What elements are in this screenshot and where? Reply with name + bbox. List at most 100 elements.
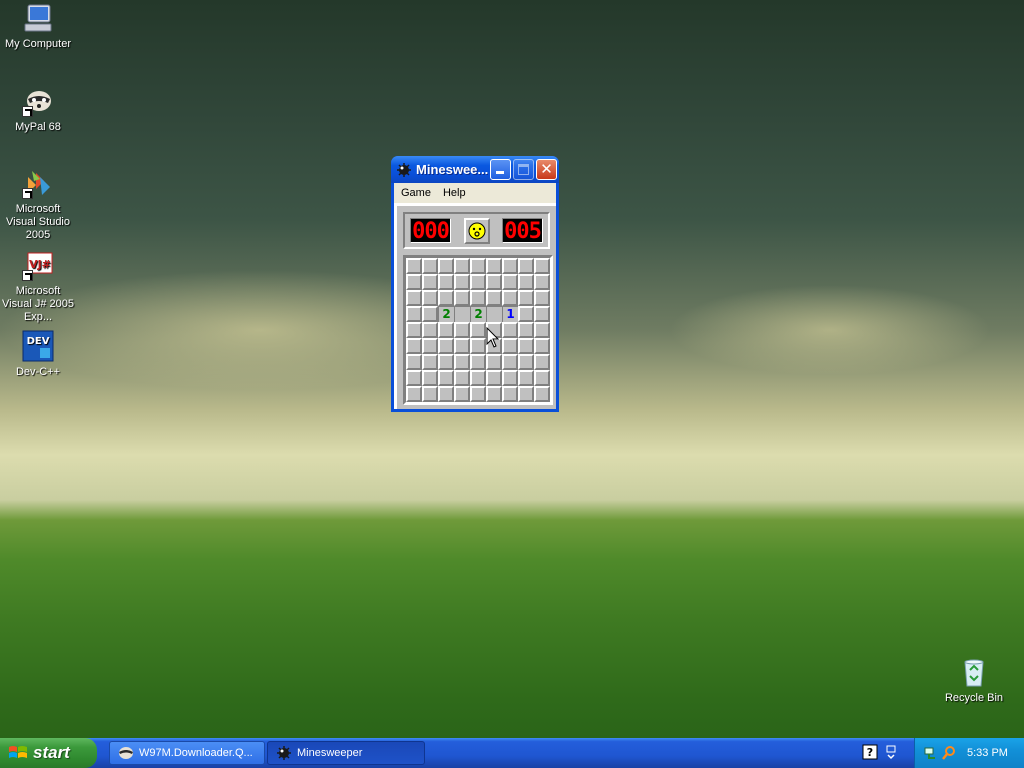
- mine-cell[interactable]: [502, 354, 518, 370]
- mine-cell[interactable]: [502, 290, 518, 306]
- mine-cell[interactable]: [406, 354, 422, 370]
- mine-cell[interactable]: [486, 258, 502, 274]
- mine-cell[interactable]: [470, 386, 486, 402]
- mine-cell[interactable]: [438, 322, 454, 338]
- mine-cell[interactable]: [406, 386, 422, 402]
- mine-cell[interactable]: [518, 322, 534, 338]
- menu-game[interactable]: Game: [395, 187, 437, 199]
- taskbar-button-downloader[interactable]: W97M.Downloader.Q...: [109, 741, 265, 765]
- mine-cell[interactable]: [534, 274, 550, 290]
- mine-cell[interactable]: [470, 322, 486, 338]
- mine-cell[interactable]: [454, 290, 470, 306]
- mine-cell[interactable]: [422, 386, 438, 402]
- vj-icon: VJ#: [22, 249, 54, 281]
- mine-cell[interactable]: [422, 338, 438, 354]
- mine-cell[interactable]: [486, 274, 502, 290]
- mine-cell[interactable]: [534, 322, 550, 338]
- mine-cell[interactable]: [518, 370, 534, 386]
- search-icon[interactable]: [941, 745, 957, 761]
- mine-cell[interactable]: [518, 274, 534, 290]
- title-bar[interactable]: Mineswee... ✕: [391, 156, 559, 183]
- desktop-icon-recycle-bin[interactable]: Recycle Bin: [936, 656, 1012, 705]
- mine-cell[interactable]: [406, 322, 422, 338]
- mine-cell[interactable]: [438, 386, 454, 402]
- mine-cell[interactable]: [486, 306, 502, 322]
- mine-cell[interactable]: [534, 258, 550, 274]
- mine-cell[interactable]: [470, 258, 486, 274]
- mine-cell[interactable]: [518, 386, 534, 402]
- mine-cell[interactable]: [406, 338, 422, 354]
- mine-cell[interactable]: [454, 274, 470, 290]
- mine-cell[interactable]: [470, 370, 486, 386]
- desktop-icon-devcpp[interactable]: DEV Dev-C++: [0, 330, 76, 379]
- mine-cell[interactable]: [470, 290, 486, 306]
- mine-cell[interactable]: [406, 274, 422, 290]
- mine-cell[interactable]: [486, 386, 502, 402]
- mine-cell[interactable]: [486, 370, 502, 386]
- mine-cell[interactable]: [502, 370, 518, 386]
- mine-cell[interactable]: [534, 386, 550, 402]
- mine-cell[interactable]: [422, 322, 438, 338]
- desktop-icon-vj[interactable]: VJ# Microsoft Visual J# 2005 Exp...: [0, 249, 76, 324]
- network-icon[interactable]: [923, 745, 939, 761]
- mine-cell[interactable]: [470, 274, 486, 290]
- minimize-button[interactable]: [490, 159, 511, 180]
- reset-button[interactable]: [463, 217, 490, 244]
- mine-cell[interactable]: [406, 370, 422, 386]
- desktop-icon-my-computer[interactable]: My Computer: [0, 2, 76, 51]
- mine-cell[interactable]: [534, 354, 550, 370]
- status-panel: 000 005: [403, 212, 550, 249]
- mine-cell[interactable]: [486, 290, 502, 306]
- mine-cell[interactable]: [534, 290, 550, 306]
- help-icon[interactable]: ?: [862, 744, 878, 760]
- mine-cell[interactable]: [422, 258, 438, 274]
- mine-cell[interactable]: [454, 386, 470, 402]
- mine-cell[interactable]: [502, 386, 518, 402]
- mine-cell[interactable]: [502, 338, 518, 354]
- desktop-icon-visual-studio[interactable]: Microsoft Visual Studio 2005: [0, 167, 76, 242]
- mine-cell[interactable]: [518, 258, 534, 274]
- mine-cell[interactable]: [422, 290, 438, 306]
- mine-cell[interactable]: [406, 306, 422, 322]
- mine-cell[interactable]: [486, 354, 502, 370]
- mine-cell[interactable]: [406, 258, 422, 274]
- mine-cell[interactable]: [454, 322, 470, 338]
- start-button[interactable]: start: [0, 738, 97, 768]
- mine-cell[interactable]: [534, 338, 550, 354]
- mine-cell[interactable]: 2: [438, 306, 454, 322]
- mine-cell[interactable]: [534, 370, 550, 386]
- mine-cell[interactable]: [438, 338, 454, 354]
- mine-cell[interactable]: [518, 290, 534, 306]
- mine-cell[interactable]: [438, 274, 454, 290]
- mine-cell[interactable]: [438, 290, 454, 306]
- mine-cell[interactable]: [518, 306, 534, 322]
- mine-cell[interactable]: [422, 354, 438, 370]
- mine-cell[interactable]: [454, 258, 470, 274]
- mine-cell[interactable]: [502, 274, 518, 290]
- taskbar-button-minesweeper[interactable]: Minesweeper: [267, 741, 425, 765]
- mine-cell[interactable]: [422, 370, 438, 386]
- mine-cell[interactable]: [470, 354, 486, 370]
- chevron-down-icon[interactable]: [884, 744, 898, 760]
- mine-cell[interactable]: [502, 258, 518, 274]
- mine-cell[interactable]: [422, 274, 438, 290]
- mine-cell[interactable]: 2: [470, 306, 486, 322]
- mine-cell[interactable]: 1: [502, 306, 518, 322]
- close-button[interactable]: ✕: [536, 159, 557, 180]
- mine-cell[interactable]: [438, 258, 454, 274]
- mine-cell[interactable]: [454, 338, 470, 354]
- mine-cell[interactable]: [534, 306, 550, 322]
- mine-cell[interactable]: [454, 354, 470, 370]
- mine-cell[interactable]: [422, 306, 438, 322]
- mine-cell[interactable]: [438, 370, 454, 386]
- mine-cell[interactable]: [406, 290, 422, 306]
- mine-cell[interactable]: [502, 322, 518, 338]
- menu-help[interactable]: Help: [437, 187, 472, 199]
- mine-cell[interactable]: [518, 338, 534, 354]
- mine-cell[interactable]: [518, 354, 534, 370]
- mine-cell[interactable]: [470, 338, 486, 354]
- mine-cell[interactable]: [438, 354, 454, 370]
- desktop-icon-mypal[interactable]: MyPal 68: [0, 85, 76, 134]
- mine-cell[interactable]: [454, 370, 470, 386]
- mine-cell[interactable]: [454, 306, 470, 322]
